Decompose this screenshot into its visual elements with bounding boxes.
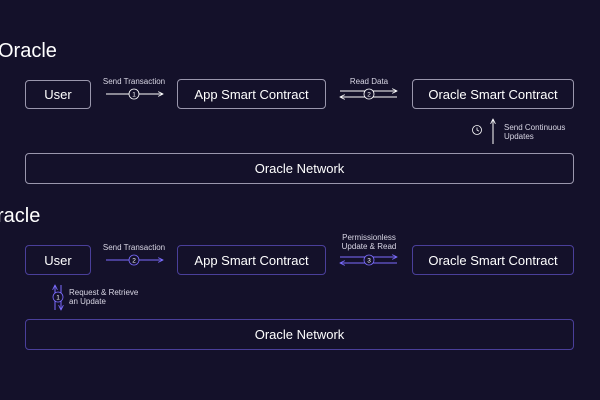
bottom-step-2-badge: 2: [132, 258, 136, 265]
top-step-1-badge: 1: [132, 92, 136, 99]
top-send-transaction-arrow: 1: [106, 88, 163, 100]
top-continuous-update-arrow: [472, 119, 494, 144]
top-read-data-arrows: 2: [340, 89, 397, 99]
bottom-permissionless-arrows: 3: [340, 255, 397, 265]
bottom-send-transaction-arrow: 2: [106, 254, 163, 266]
bottom-step-3-badge: 3: [367, 258, 371, 265]
clock-icon: [472, 125, 482, 135]
diagram: Oracle User App Smart Contract Oracle Sm…: [0, 0, 600, 400]
bottom-step-1-badge: 1: [56, 295, 60, 302]
bottom-request-retrieve-arrows: 1: [53, 285, 63, 310]
top-step-2-badge: 2: [367, 92, 371, 99]
connectors: 1 2 2 3 1: [0, 0, 600, 400]
